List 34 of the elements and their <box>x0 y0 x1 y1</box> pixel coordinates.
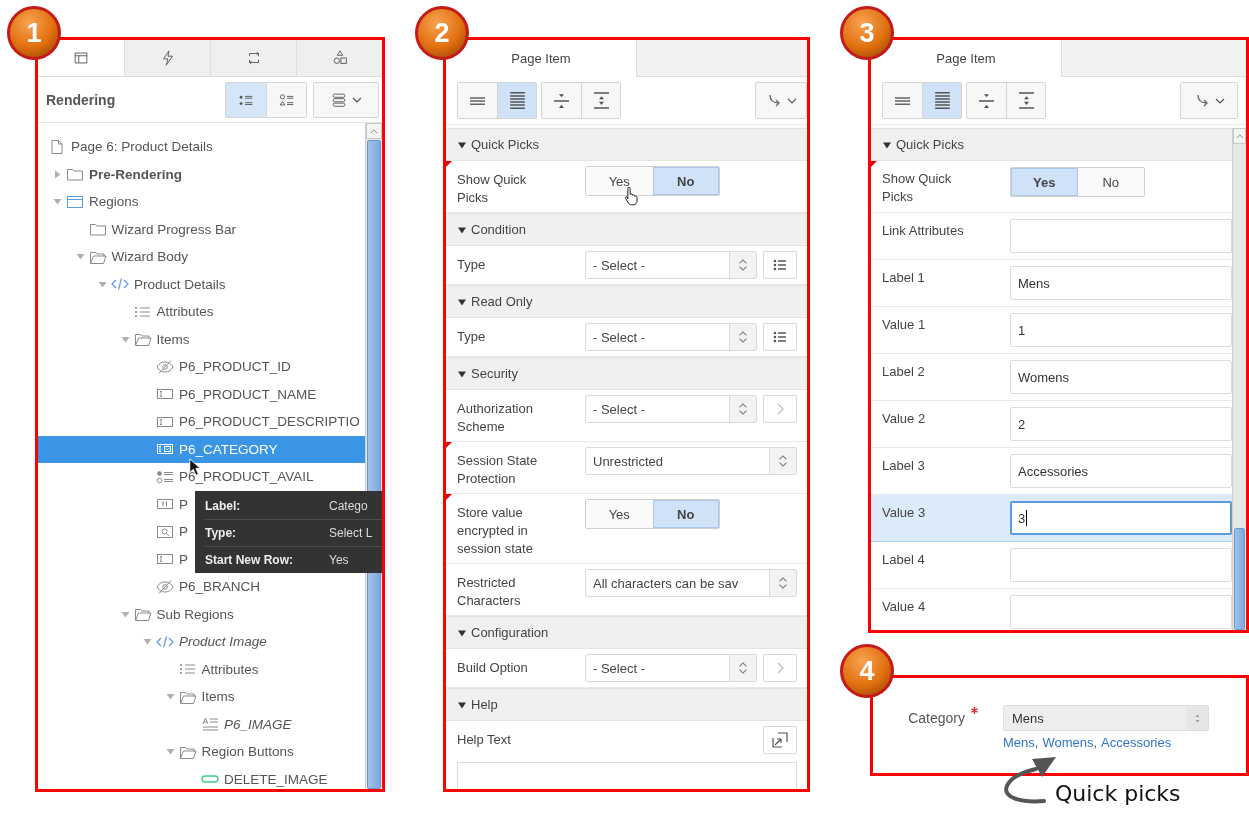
field-label: Value 4 <box>882 598 927 616</box>
annotation-text: Quick picks <box>1055 781 1181 806</box>
comma-text: , <box>1034 735 1039 750</box>
field-label: Help Text <box>457 731 512 749</box>
field-label: Restricted Characters <box>457 574 522 610</box>
field-label: Store value encrypted in session state <box>457 504 534 558</box>
field-label: Value 3 <box>882 504 927 522</box>
field-label: Value 1 <box>882 316 927 334</box>
tooltip-label: Type: <box>205 526 238 540</box>
field-label: Type <box>457 328 487 346</box>
step-number-badge: 2 <box>415 6 469 60</box>
tooltip-value: Select L <box>329 526 373 540</box>
step-number-badge: 1 <box>7 6 61 60</box>
panel-title: Rendering <box>46 91 117 108</box>
field-label: Label 4 <box>882 551 926 569</box>
comma-text: , <box>1093 735 1098 750</box>
field-label: Build Option <box>457 659 529 677</box>
field-label: Authorization Scheme <box>457 400 534 436</box>
field-label: Link Attributes <box>882 222 965 240</box>
tooltip-value: Yes <box>329 553 349 567</box>
tooltip-value: Catego <box>329 499 368 513</box>
field-label: Label 1 <box>882 269 926 287</box>
field-label: Value 2 <box>882 410 927 428</box>
tooltip-label: Start New Row: <box>205 553 294 567</box>
field-label: Category <box>907 709 965 726</box>
field-label: Type <box>457 256 487 274</box>
field-label: Show Quick Picks <box>457 171 528 207</box>
tooltip-label: Label: <box>205 499 242 513</box>
step-number-badge: 4 <box>840 644 894 698</box>
field-label: Show Quick Picks <box>882 170 953 206</box>
field-label: Session State Protection <box>457 452 539 488</box>
step-number-badge: 3 <box>840 6 894 60</box>
field-label: Label 2 <box>882 363 926 381</box>
field-label: Label 3 <box>882 457 926 475</box>
